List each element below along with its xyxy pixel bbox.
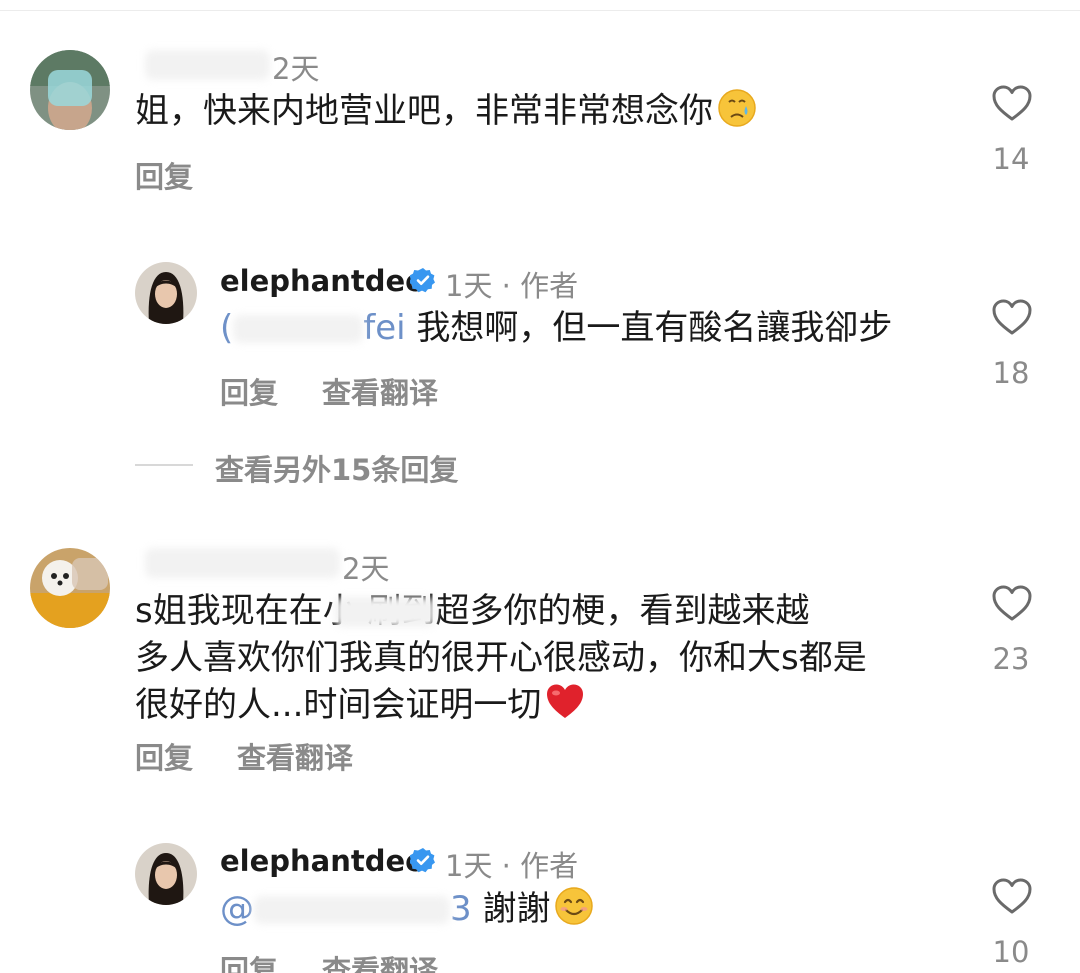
reply-text: ( fei 我想啊，但一直有酸名讓我卻步 [220,305,892,352]
verified-badge-icon [410,847,436,873]
author-username[interactable]: elephantdee [220,264,425,298]
comment-text-line: 很好的人...时间会证明一切 [135,685,542,725]
like-heart-icon[interactable] [991,877,1033,915]
reply-text: @3 謝謝 [220,886,594,933]
comment-time: 2天 [272,52,320,86]
view-more-replies-button[interactable]: 查看另外15条回复 [215,447,458,489]
top-divider [0,10,1080,11]
like-count: 10 [992,935,1030,969]
like-heart-icon[interactable] [991,584,1033,622]
comment-text: s姐我现在在小 刷到超多你的梗，看到越来越 多人喜欢你们我真的很开心很感动，你和… [135,588,867,729]
mention-redacted [254,896,450,924]
username-redacted [145,548,340,578]
avatar[interactable] [30,50,110,130]
reply-meta: 1天 · 作者 [445,269,579,303]
reply-text-body: 謝謝 [471,889,551,929]
smiling-face-icon [554,886,594,926]
replies-divider [135,464,193,466]
like-count: 14 [992,142,1030,176]
comment-text-line-last: 很好的人...时间会证明一切 [135,682,867,729]
avatar[interactable] [30,548,110,628]
like-count: 23 [992,642,1030,676]
reply-button[interactable]: 回复 [220,948,278,973]
reply-meta: 1天 · 作者 [445,849,579,883]
comment-time: 2天 [342,552,390,586]
comment-text-line: 多人喜欢你们我真的很开心很感动，你和大s都是 [135,638,867,678]
like-heart-icon[interactable] [991,84,1033,122]
mention-link[interactable]: 3 [450,889,472,929]
comment-text-body: 姐，快来内地营业吧，非常非常想念你 [135,91,713,131]
author-username[interactable]: elephantdee [220,844,425,878]
translate-button[interactable]: 查看翻译 [322,370,438,412]
mention-link[interactable]: fei [363,308,405,348]
reply-button[interactable]: 回复 [135,154,193,196]
translate-button[interactable]: 查看翻译 [237,735,353,777]
text-redacted [335,597,435,627]
author-avatar[interactable] [135,843,197,905]
red-heart-icon [545,682,585,722]
crying-face-icon [717,88,757,128]
username-redacted [145,50,270,80]
author-avatar[interactable] [135,262,197,324]
like-heart-icon[interactable] [991,298,1033,336]
like-count: 18 [992,356,1030,390]
reply-button[interactable]: 回复 [135,735,193,777]
reply-text-body: 我想啊，但一直有酸名讓我卻步 [405,308,893,348]
comment-text-line: s姐我现在在小 刷到超多你的梗，看到越来越 [135,591,810,631]
mention-prefix[interactable]: @ [220,889,254,929]
mention-prefix[interactable]: ( [220,308,233,348]
translate-button[interactable]: 查看翻译 [322,948,438,973]
mention-redacted [233,315,364,343]
reply-button[interactable]: 回复 [220,370,278,412]
comment-text: 姐，快来内地营业吧，非常非常想念你 [135,88,757,135]
verified-badge-icon [410,267,436,293]
